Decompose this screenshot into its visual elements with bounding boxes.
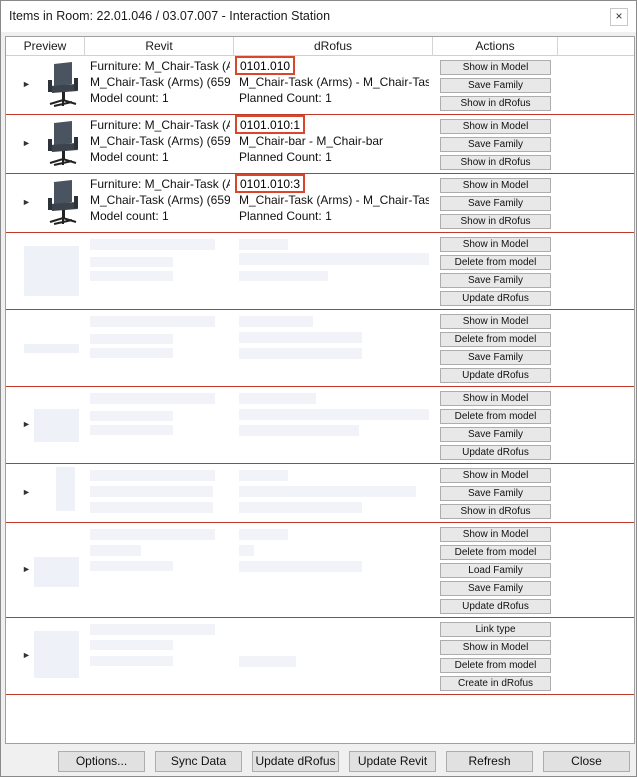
save-family-button[interactable]: Save Family xyxy=(440,427,551,442)
show-in-drofus-button[interactable]: Show in dRofus xyxy=(440,155,551,170)
update-drofus-footer-button[interactable]: Update dRofus xyxy=(252,751,339,772)
preview-placeholder xyxy=(34,557,79,587)
chair-icon xyxy=(48,121,78,166)
options-button[interactable]: Options... xyxy=(58,751,145,772)
update-drofus-button[interactable]: Update dRofus xyxy=(440,291,551,306)
delete-from-model-button[interactable]: Delete from model xyxy=(440,332,551,347)
show-in-model-button[interactable]: Show in Model xyxy=(440,314,551,329)
expand-arrow-icon[interactable]: ► xyxy=(22,487,31,497)
table-row[interactable]: ► Furniture: M_Chair-Task (Arms) M_Chair… xyxy=(6,56,634,115)
show-in-drofus-button[interactable]: Show in dRofus xyxy=(440,96,551,111)
items-in-room-dialog: Items in Room: 22.01.046 / 03.07.007 - I… xyxy=(0,0,637,777)
show-in-drofus-button[interactable]: Show in dRofus xyxy=(440,504,551,519)
delete-from-model-button[interactable]: Delete from model xyxy=(440,255,551,270)
update-drofus-button[interactable]: Update dRofus xyxy=(440,445,551,460)
table-row[interactable]: ► Show in Model Delete from model Load F… xyxy=(6,523,634,618)
column-header-revit[interactable]: Revit xyxy=(85,39,233,53)
show-in-model-button[interactable]: Show in Model xyxy=(440,178,551,193)
expand-arrow-icon[interactable]: ► xyxy=(22,138,31,148)
drofus-item-name: M_Chair-Task (Arms) - M_Chair-Task xyxy=(239,193,429,207)
show-in-drofus-button[interactable]: Show in dRofus xyxy=(440,214,551,229)
preview-placeholder xyxy=(34,631,79,678)
revit-model-count: Model count: 1 xyxy=(90,209,169,223)
revit-model-count: Model count: 1 xyxy=(90,150,169,164)
drofus-planned-count: Planned Count: 1 xyxy=(239,150,332,164)
drofus-code: 0101.010 xyxy=(235,56,296,75)
save-family-button[interactable]: Save Family xyxy=(440,581,551,596)
update-revit-button[interactable]: Update Revit xyxy=(349,751,436,772)
update-drofus-button[interactable]: Update dRofus xyxy=(440,599,551,614)
table-row[interactable]: Show in Model Delete from model Save Fam… xyxy=(6,310,634,387)
grid-header: Preview Revit dRofus Actions xyxy=(6,37,634,56)
show-in-model-button[interactable]: Show in Model xyxy=(440,468,551,483)
show-in-model-button[interactable]: Show in Model xyxy=(440,527,551,542)
sync-data-button[interactable]: Sync Data xyxy=(155,751,242,772)
title-bar: Items in Room: 22.01.046 / 03.07.007 - I… xyxy=(1,1,636,32)
drofus-planned-count: Planned Count: 1 xyxy=(239,91,332,105)
table-row[interactable]: ► Show in Model Save Family Show in dRof… xyxy=(6,464,634,523)
table-row[interactable]: ► Furniture: M_Chair-Task (Arms) M_Chair… xyxy=(6,174,634,233)
close-button[interactable]: Close xyxy=(543,751,630,772)
expand-arrow-icon[interactable]: ► xyxy=(22,650,31,660)
show-in-model-button[interactable]: Show in Model xyxy=(440,640,551,655)
drofus-planned-count: Planned Count: 1 xyxy=(239,209,332,223)
show-in-model-button[interactable]: Show in Model xyxy=(440,119,551,134)
close-window-icon[interactable]: × xyxy=(610,8,628,26)
revit-family-label: Furniture: M_Chair-Task (Arms) xyxy=(90,59,230,73)
show-in-model-button[interactable]: Show in Model xyxy=(440,237,551,252)
table-row[interactable]: ► Furniture: M_Chair-Task (Arms) M_Chair… xyxy=(6,115,634,174)
save-family-button[interactable]: Save Family xyxy=(440,196,551,211)
expand-arrow-icon[interactable]: ► xyxy=(22,197,31,207)
show-in-model-button[interactable]: Show in Model xyxy=(440,391,551,406)
revit-family-label: Furniture: M_Chair-Task (Arms) xyxy=(90,177,230,191)
window-title: Items in Room: 22.01.046 / 03.07.007 - I… xyxy=(9,9,331,23)
save-family-button[interactable]: Save Family xyxy=(440,78,551,93)
revit-family-label: Furniture: M_Chair-Task (Arms) xyxy=(90,118,230,132)
link-type-button[interactable]: Link type xyxy=(440,622,551,637)
delete-from-model-button[interactable]: Delete from model xyxy=(440,658,551,673)
expand-arrow-icon[interactable]: ► xyxy=(22,79,31,89)
expand-arrow-icon[interactable]: ► xyxy=(22,419,31,429)
revit-model-count: Model count: 1 xyxy=(90,91,169,105)
drofus-code: 0101.010:1 xyxy=(235,115,306,134)
preview-placeholder xyxy=(24,246,79,296)
preview-placeholder xyxy=(24,344,79,353)
preview-placeholder xyxy=(34,409,79,442)
column-header-actions[interactable]: Actions xyxy=(433,39,557,53)
drofus-item-name: M_Chair-bar - M_Chair-bar xyxy=(239,134,384,148)
create-in-drofus-button[interactable]: Create in dRofus xyxy=(440,676,551,691)
items-grid: Preview Revit dRofus Actions ► Furniture… xyxy=(5,36,635,744)
show-in-model-button[interactable]: Show in Model xyxy=(440,60,551,75)
revit-type-label: M_Chair-Task (Arms) (6595 xyxy=(90,75,230,89)
preview-placeholder xyxy=(56,467,75,511)
update-drofus-button[interactable]: Update dRofus xyxy=(440,368,551,383)
column-header-preview[interactable]: Preview xyxy=(6,39,84,53)
drofus-item-name: M_Chair-Task (Arms) - M_Chair-Task xyxy=(239,75,429,89)
revit-type-label: M_Chair-Task (Arms) (6595 xyxy=(90,193,230,207)
load-family-button[interactable]: Load Family xyxy=(440,563,551,578)
chair-icon xyxy=(48,180,78,225)
table-row[interactable]: Show in Model Delete from model Save Fam… xyxy=(6,233,634,310)
save-family-button[interactable]: Save Family xyxy=(440,486,551,501)
delete-from-model-button[interactable]: Delete from model xyxy=(440,409,551,424)
chair-icon xyxy=(48,62,78,107)
table-row[interactable]: ► Show in Model Delete from model Save F… xyxy=(6,387,634,464)
expand-arrow-icon[interactable]: ► xyxy=(22,564,31,574)
save-family-button[interactable]: Save Family xyxy=(440,273,551,288)
refresh-button[interactable]: Refresh xyxy=(446,751,533,772)
delete-from-model-button[interactable]: Delete from model xyxy=(440,545,551,560)
save-family-button[interactable]: Save Family xyxy=(440,350,551,365)
table-row[interactable]: ► Link type Show in Model Delete from mo… xyxy=(6,618,634,695)
revit-type-label: M_Chair-Task (Arms) (6595 xyxy=(90,134,230,148)
save-family-button[interactable]: Save Family xyxy=(440,137,551,152)
column-header-drofus[interactable]: dRofus xyxy=(234,39,432,53)
drofus-code: 0101.010:3 xyxy=(235,174,306,193)
